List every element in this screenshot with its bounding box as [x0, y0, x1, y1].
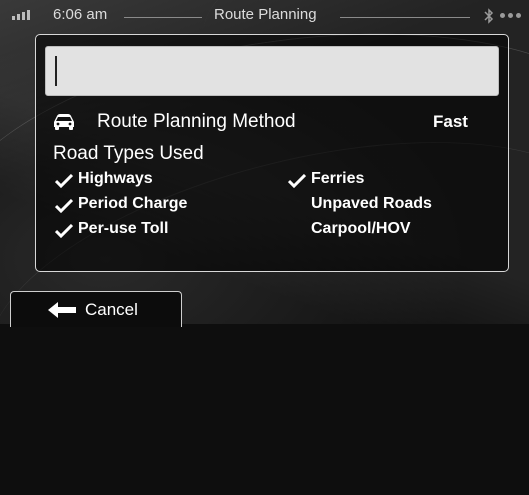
- cancel-button[interactable]: Cancel: [10, 291, 182, 327]
- arrow-left-icon: [48, 302, 76, 318]
- option-unpaved-roads[interactable]: Unpaved Roads: [311, 195, 432, 213]
- clock-time: 6:06 am: [53, 6, 108, 23]
- bluetooth-icon: [484, 8, 494, 24]
- title-divider-right: [340, 17, 470, 18]
- route-method-label[interactable]: Route Planning Method: [97, 111, 296, 133]
- car-icon: [54, 114, 74, 130]
- option-highways[interactable]: Highways: [78, 170, 153, 188]
- checkmark-icon: [55, 174, 73, 188]
- title-divider-left: [124, 17, 202, 18]
- checkmark-icon: [288, 174, 306, 188]
- text-caret: [55, 56, 57, 86]
- checkmark-icon: [55, 224, 73, 238]
- cancel-label: Cancel: [85, 300, 138, 319]
- status-bar: 6:06 am Route Planning: [0, 0, 529, 30]
- signal-bars-icon: [12, 10, 34, 20]
- screen-title: Route Planning: [214, 6, 317, 23]
- option-ferries[interactable]: Ferries: [311, 170, 364, 188]
- checkmark-icon: [55, 199, 73, 213]
- route-method-value[interactable]: Fast: [433, 112, 468, 132]
- connection-dots-icon: [500, 13, 521, 18]
- option-carpool-hov[interactable]: Carpool/HOV: [311, 220, 411, 238]
- option-period-charge[interactable]: Period Charge: [78, 195, 187, 213]
- option-per-use-toll[interactable]: Per-use Toll: [78, 220, 168, 238]
- road-types-heading: Road Types Used: [53, 143, 204, 164]
- destination-input[interactable]: [45, 46, 499, 96]
